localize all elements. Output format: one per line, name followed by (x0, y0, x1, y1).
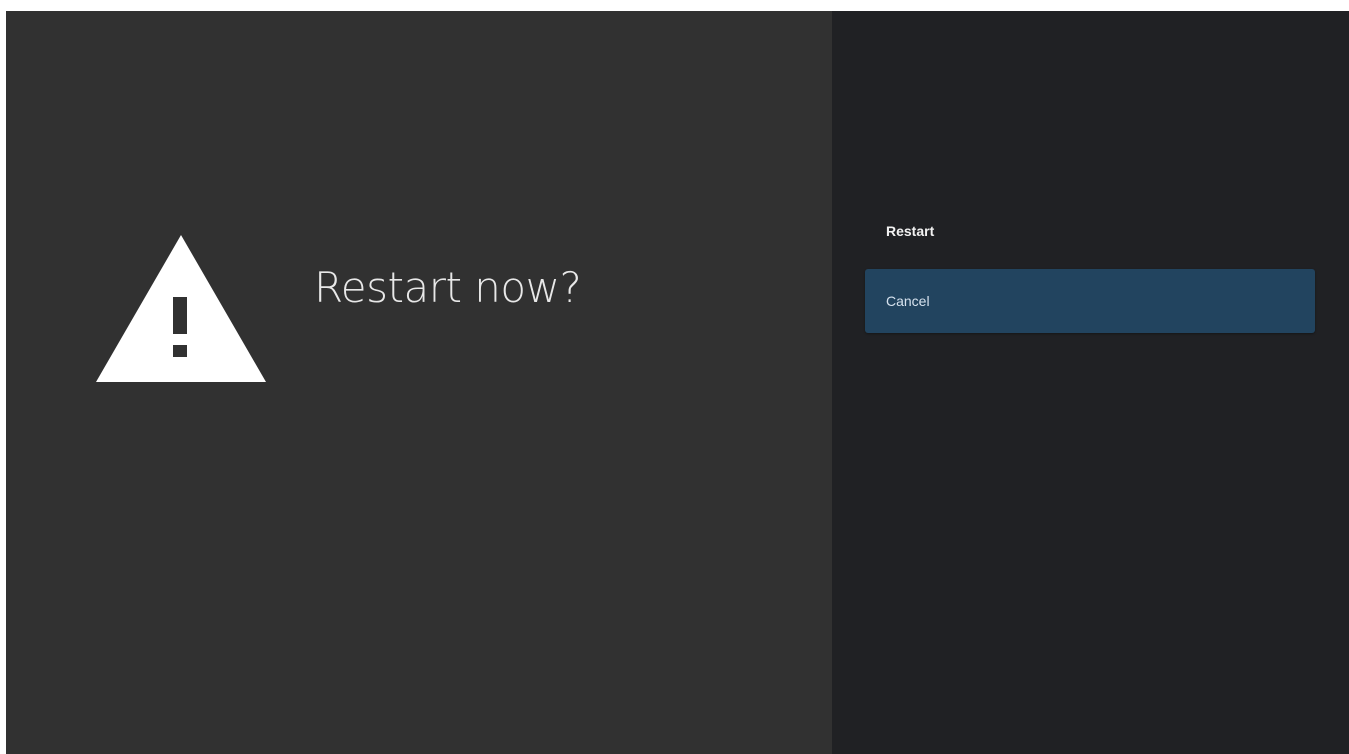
restart-button-label: Restart (886, 223, 935, 239)
action-list: Restart Cancel (865, 199, 1315, 333)
restart-dialog-screen: Restart now? Restart Cancel (6, 11, 1349, 754)
cancel-button[interactable]: Cancel (865, 269, 1315, 333)
warning-icon (96, 235, 266, 382)
dialog-title: Restart now? (314, 263, 582, 312)
restart-button[interactable]: Restart (865, 199, 1315, 263)
dialog-guidance-pane: Restart now? (6, 11, 832, 754)
dialog-actions-pane: Restart Cancel (832, 11, 1349, 754)
cancel-button-label: Cancel (886, 293, 930, 309)
